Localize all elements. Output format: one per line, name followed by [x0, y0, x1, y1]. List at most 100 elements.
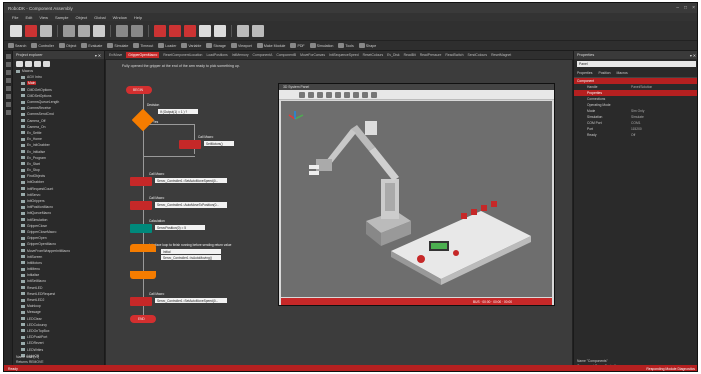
decision-expression[interactable]: If (Output(1) = 1 ) ? [158, 109, 198, 114]
pan-icon[interactable] [308, 91, 314, 98]
doc-tab[interactable]: InitSequenceSpeed [329, 53, 359, 57]
menu-global[interactable]: Global [94, 15, 106, 20]
doc-tab[interactable]: ResetMagnet [491, 53, 511, 57]
pointer-icon[interactable] [362, 91, 368, 98]
menu-edit[interactable]: Edit [25, 15, 32, 20]
doc-tab[interactable]: GripperOpenMacro [126, 52, 160, 58]
simulation-window[interactable]: 3D System Panel BUS · 00:00 · 00:00 · 00… [278, 83, 555, 306]
dock-icon[interactable] [5, 62, 11, 67]
redo-icon[interactable] [131, 24, 143, 37]
calculation-node[interactable] [130, 224, 152, 233]
property-row[interactable]: Ready Off [574, 132, 697, 138]
filter-icon[interactable] [34, 60, 41, 67]
add-macro-icon[interactable] [16, 60, 23, 67]
sort-icon[interactable] [43, 60, 50, 67]
delete-macro-icon[interactable] [25, 60, 32, 67]
run-icon[interactable] [154, 24, 166, 37]
doc-tab[interactable]: ResetColours [363, 53, 384, 57]
doc-tab[interactable]: Ev_Disk [387, 53, 399, 57]
doc-tab[interactable]: ReadSwitch [445, 53, 463, 57]
undo-icon[interactable] [116, 24, 128, 37]
copy-icon[interactable] [78, 24, 90, 37]
loop-value-1[interactable]: Initial [161, 249, 221, 254]
3d-viewport[interactable] [281, 101, 552, 297]
search-tool[interactable]: Search [8, 43, 26, 48]
tab-macros[interactable]: Macros [617, 71, 628, 75]
dock-icon[interactable] [5, 94, 11, 99]
pause-icon[interactable] [169, 24, 181, 37]
doc-tab[interactable]: ComponentB [276, 53, 296, 57]
doc-tab[interactable]: SendColours [467, 53, 487, 57]
call-value-5[interactable]: Servo_Controller1::SetAutoMoveSpeed(0... [155, 298, 227, 303]
timeout-tool[interactable]: Timeout [133, 43, 153, 48]
simulate-tool[interactable]: Simulate [107, 43, 128, 48]
simulation-tool[interactable]: Simulation [309, 43, 333, 48]
fit-icon[interactable] [326, 91, 332, 98]
call-node-2[interactable] [130, 177, 152, 186]
dock-icon[interactable] [5, 78, 11, 83]
light-icon[interactable] [344, 91, 350, 98]
controller-tool[interactable]: Controller [31, 43, 54, 48]
menu-object[interactable]: Object [76, 15, 88, 20]
call-value-1[interactable]: SetMotors() [204, 141, 234, 146]
pin-icon[interactable]: ▾ ✕ [690, 53, 696, 58]
measure-icon[interactable] [371, 91, 377, 98]
component-selector[interactable]: Panel [577, 61, 696, 67]
menu-window[interactable]: Window [113, 15, 127, 20]
dock-icon[interactable] [5, 86, 11, 91]
step-icon[interactable] [199, 24, 211, 37]
evaluate-tool[interactable]: Evaluate [81, 43, 102, 48]
maximize-button[interactable]: □ [684, 5, 687, 11]
dock-icon[interactable] [5, 70, 11, 75]
doc-tab[interactable]: ReadBit [404, 53, 416, 57]
doc-tab[interactable]: MoveForCanvas [300, 53, 325, 57]
zoom-icon[interactable] [317, 91, 323, 98]
new-file-icon[interactable] [10, 24, 22, 37]
call-node-1[interactable] [179, 140, 201, 149]
tab-position[interactable]: Position [598, 71, 610, 75]
call-value-2[interactable]: Servo_Controller1::SetAutoMoveSpeed(0... [155, 178, 227, 183]
cut-icon[interactable] [63, 24, 75, 37]
loop-start-node[interactable] [130, 244, 156, 252]
stop-icon[interactable] [184, 24, 196, 37]
dock-icon[interactable] [5, 102, 11, 107]
dock-icon[interactable] [5, 110, 11, 115]
menu-file[interactable]: File [12, 15, 18, 20]
minimize-button[interactable]: – [676, 5, 679, 11]
shape-tool[interactable]: Shape [358, 43, 376, 48]
menu-help[interactable]: Help [134, 15, 142, 20]
viewport-tool[interactable]: Viewport [230, 43, 252, 48]
doc-tab[interactable]: InitMemory [232, 53, 249, 57]
tools-tool[interactable]: Tools [338, 43, 354, 48]
menu-sample[interactable]: Sample [55, 15, 69, 20]
object-tool[interactable]: Object [58, 43, 76, 48]
pin-icon[interactable]: ▾ ✕ [95, 53, 101, 58]
step-over-icon[interactable] [214, 24, 226, 37]
rotate-icon[interactable] [299, 91, 305, 98]
layout-icon[interactable] [252, 24, 264, 37]
doc-tab[interactable]: ComponentA [253, 53, 273, 57]
paste-icon[interactable] [93, 24, 105, 37]
calc-value[interactable]: ServoPosition(0) = 5 [155, 225, 205, 230]
menu-view[interactable]: View [39, 15, 48, 20]
variable-tool[interactable]: Variable [181, 43, 201, 48]
grid-icon[interactable] [237, 24, 249, 37]
call-value-3[interactable]: Servo_Controller1::AutoMoveToPosition(0.… [155, 202, 227, 208]
loader-tool[interactable]: Loader [158, 43, 176, 48]
call-node-3[interactable] [130, 201, 152, 210]
decision-node[interactable] [131, 108, 155, 132]
doc-tab[interactable]: ResetComponentLocation [163, 53, 202, 57]
doc-tab[interactable]: Ev/Move [109, 53, 122, 57]
view-icon[interactable] [353, 91, 359, 98]
doc-tab[interactable]: ReadPressure [420, 53, 442, 57]
dock-icon[interactable] [5, 54, 11, 59]
pdf-tool[interactable]: PDF [290, 43, 305, 48]
close-button[interactable]: × [692, 5, 695, 11]
storage-tool[interactable]: Storage [206, 43, 226, 48]
camera-icon[interactable] [335, 91, 341, 98]
save-icon[interactable] [40, 24, 52, 37]
call-node-5[interactable] [130, 297, 152, 306]
doc-tab[interactable]: LoadPositions [206, 53, 227, 57]
open-icon[interactable] [25, 24, 37, 37]
loop-end-node[interactable] [130, 271, 156, 279]
